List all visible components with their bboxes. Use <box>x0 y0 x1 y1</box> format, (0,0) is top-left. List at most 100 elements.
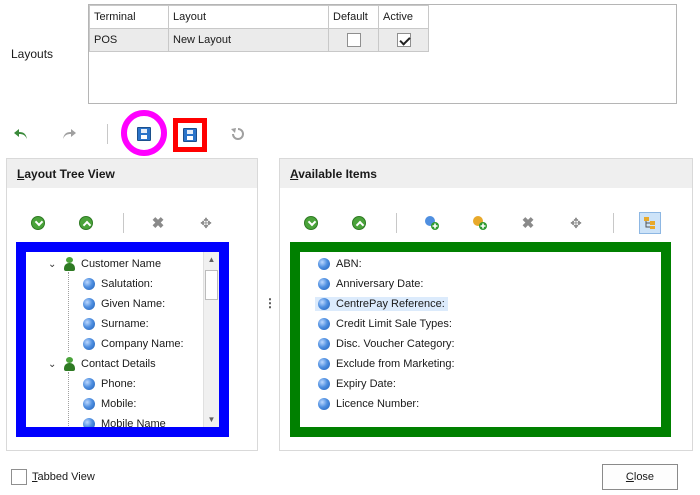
tree-item-salutation[interactable]: Salutation: <box>83 274 153 294</box>
layouts-label: Layouts <box>11 47 54 61</box>
list-item-label: Licence Number: <box>336 398 420 410</box>
layouts-table: Terminal Layout Default Active POS New L… <box>89 5 429 52</box>
tree-item-company-name[interactable]: Company Name: <box>83 334 184 354</box>
field-icon <box>318 278 330 290</box>
table-row[interactable]: POS New Layout <box>89 28 429 52</box>
list-item-abn[interactable]: ABN: <box>318 254 362 274</box>
field-icon <box>318 318 330 330</box>
default-checkbox[interactable] <box>346 33 361 47</box>
add-field-icon <box>473 216 487 230</box>
column-header-layout[interactable]: Layout <box>168 5 329 29</box>
revert-button[interactable] <box>227 123 249 145</box>
tabbed-view-checkbox[interactable] <box>11 469 27 485</box>
save-as-icon <box>183 128 197 142</box>
list-item-label: CentrePay Reference: <box>336 298 445 310</box>
list-item-exclude-from-marketing[interactable]: Exclude from Marketing: <box>318 354 455 374</box>
expand-all-button[interactable] <box>27 212 49 234</box>
move-icon: ✥ <box>570 215 582 231</box>
redo-button[interactable] <box>58 123 80 145</box>
tree-item-label: Customer Name <box>81 258 162 270</box>
list-item-licence-number[interactable]: Licence Number: <box>318 394 419 414</box>
selected-highlight: CentrePay Reference: <box>315 297 448 311</box>
list-item-label: Anniversary Date: <box>336 278 424 290</box>
tree-scrollbar[interactable]: ▲ ▼ <box>203 252 219 427</box>
tree-item-label: Contact Details <box>81 358 156 370</box>
field-icon <box>318 338 330 350</box>
list-item-centrepay-reference[interactable]: CentrePay Reference: <box>315 294 448 314</box>
column-header-default[interactable]: Default <box>328 5 379 29</box>
save-as-button[interactable] <box>179 124 201 146</box>
field-icon <box>83 318 95 330</box>
list-item-label: Expiry Date: <box>336 378 396 390</box>
list-item-label: ABN: <box>336 258 362 270</box>
tree-item-label: Mobile: <box>101 398 137 410</box>
save-button[interactable] <box>133 123 155 145</box>
chevron-down-icon[interactable]: ⌄ <box>48 259 60 270</box>
button-text: lose <box>633 471 655 483</box>
toolbar-separator <box>107 124 108 144</box>
scroll-thumb[interactable] <box>205 270 218 300</box>
expand-all-button[interactable] <box>300 212 322 234</box>
title-text: ayout Tree View <box>24 167 115 181</box>
tree-item-phone[interactable]: Phone: <box>83 374 136 394</box>
field-icon <box>318 358 330 370</box>
layouts-grid[interactable]: Terminal Layout Default Active POS New L… <box>88 4 677 104</box>
field-icon <box>83 418 95 427</box>
field-icon <box>318 258 330 270</box>
list-item-anniversary-date[interactable]: Anniversary Date: <box>318 274 423 294</box>
tree-group-customer-name[interactable]: ⌄ Customer Name <box>48 254 161 274</box>
remove-icon: ✖ <box>151 214 165 232</box>
tree-group-contact-details[interactable]: ⌄ Contact Details <box>48 354 156 374</box>
cell-terminal[interactable]: POS <box>89 28 169 52</box>
remove-button[interactable]: ✖ <box>147 212 169 234</box>
move-button[interactable]: ✥ <box>565 212 587 234</box>
tree-item-label: Surname: <box>101 318 149 330</box>
field-icon <box>83 278 95 290</box>
scroll-up-icon[interactable]: ▲ <box>204 252 219 267</box>
available-items-title: Available Items <box>280 159 692 188</box>
group-icon <box>64 357 75 371</box>
undo-button[interactable] <box>10 123 32 145</box>
add-group-button[interactable] <box>421 212 443 234</box>
group-icon <box>64 257 75 271</box>
toolbar-separator <box>123 213 124 233</box>
list-item-disc-voucher-category[interactable]: Disc. Voucher Category: <box>318 334 455 354</box>
tree-item-mobile[interactable]: Mobile: <box>83 394 136 414</box>
title-mnemonic: A <box>290 167 299 181</box>
collapse-all-button[interactable] <box>75 212 97 234</box>
field-icon <box>318 378 330 390</box>
add-field-button[interactable] <box>469 212 491 234</box>
column-header-active[interactable]: Active <box>378 5 429 29</box>
tree-connector <box>68 372 69 427</box>
tree-item-label: Phone: <box>101 378 136 390</box>
field-icon <box>83 398 95 410</box>
save-icon <box>137 127 151 141</box>
available-items-list[interactable]: ABN: Anniversary Date: CentrePay Referen… <box>290 242 671 437</box>
layout-tree-view[interactable]: ⌄ Customer Name Salutation: Given Name: … <box>16 242 229 437</box>
cell-active <box>378 28 429 52</box>
collapse-all-icon <box>352 216 366 230</box>
column-header-terminal[interactable]: Terminal <box>89 5 169 29</box>
chevron-down-icon[interactable]: ⌄ <box>48 359 60 370</box>
hierarchy-icon <box>644 217 655 229</box>
list-item-expiry-date[interactable]: Expiry Date: <box>318 374 396 394</box>
expand-all-icon <box>304 216 318 230</box>
collapse-all-button[interactable] <box>348 212 370 234</box>
move-icon: ✥ <box>200 215 212 231</box>
list-item-label: Disc. Voucher Category: <box>336 338 455 350</box>
move-button[interactable]: ✥ <box>195 212 217 234</box>
tree-toggle-button[interactable] <box>639 212 661 234</box>
scroll-down-icon[interactable]: ▼ <box>204 412 219 427</box>
tree-item-mobile-name[interactable]: Mobile Name <box>83 414 166 427</box>
tabbed-view-label[interactable]: Tabbed View <box>32 471 95 483</box>
cell-layout[interactable]: New Layout <box>168 28 329 52</box>
splitter-handle[interactable]: ⋮ <box>264 296 276 310</box>
tree-item-given-name[interactable]: Given Name: <box>83 294 165 314</box>
remove-button[interactable]: ✖ <box>517 212 539 234</box>
list-item-credit-limit-sale-types[interactable]: Credit Limit Sale Types: <box>318 314 452 334</box>
active-checkbox[interactable] <box>396 33 411 47</box>
label-text: abbed View <box>37 471 95 483</box>
revert-icon <box>231 128 244 140</box>
close-button[interactable]: Close <box>602 464 678 490</box>
tree-item-surname[interactable]: Surname: <box>83 314 149 334</box>
